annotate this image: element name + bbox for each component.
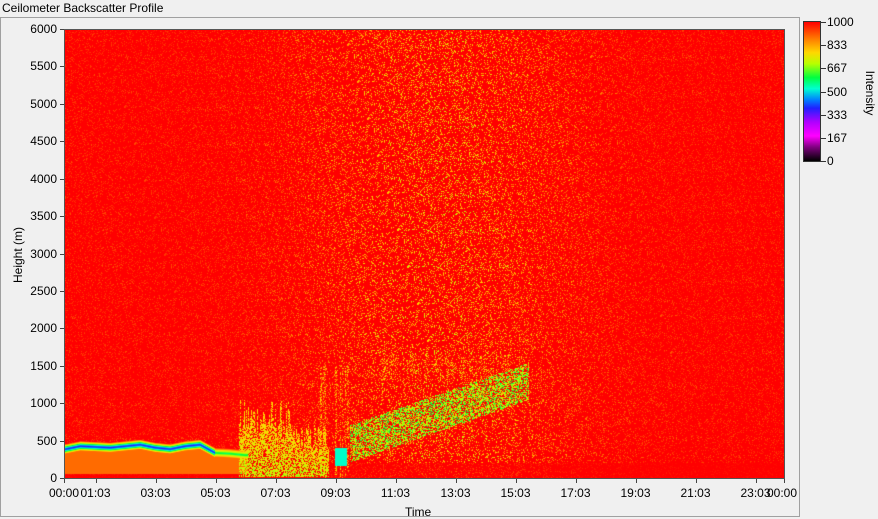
x-tick-mark <box>275 479 277 483</box>
colorbar-tick-label: 0 <box>827 154 834 168</box>
y-tick-mark <box>60 103 64 105</box>
colorbar-tick-mark <box>821 114 826 116</box>
y-tick-mark <box>60 141 64 143</box>
y-tick-label: 2000 <box>30 321 57 336</box>
window-title: Ceilometer Backscatter Profile <box>2 1 164 15</box>
x-tick-label: 01:03 <box>80 486 111 500</box>
y-axis-label: Height (m) <box>11 227 25 284</box>
colorbar-tick-label: 833 <box>827 38 848 53</box>
y-tick-label: 0 <box>50 471 57 485</box>
x-tick-label: 17:03 <box>560 486 591 500</box>
colorbar-tick-mark <box>821 91 826 93</box>
colorbar-tick-mark <box>821 68 826 70</box>
x-tick-label: 00:00 <box>766 486 798 500</box>
x-tick-label: 11:03 <box>380 486 411 500</box>
colorbar-tick-label: 500 <box>827 84 848 99</box>
x-tick-mark <box>215 479 217 483</box>
x-tick-label: 09:03 <box>320 486 351 500</box>
colorbar-tick-mark <box>821 137 826 139</box>
x-tick-label: 13:03 <box>440 486 471 500</box>
y-tick-mark <box>60 365 64 367</box>
x-tick-mark <box>515 479 517 483</box>
y-tick-mark <box>60 29 64 30</box>
x-axis-label: Time <box>405 505 432 519</box>
y-tick-mark <box>60 290 64 292</box>
x-tick-mark <box>784 479 785 483</box>
y-tick-label: 6000 <box>30 22 57 36</box>
x-tick-mark <box>755 479 757 483</box>
y-tick-mark <box>60 66 64 68</box>
x-tick-label: 07:03 <box>260 486 291 500</box>
x-tick-label: 03:03 <box>140 486 171 500</box>
y-tick-mark <box>60 178 64 180</box>
colorbar-tick-mark <box>821 161 826 162</box>
y-tick-label: 1500 <box>30 358 57 373</box>
colorbar-title: Intensity <box>863 70 877 116</box>
y-tick-mark <box>60 403 64 405</box>
x-tick-mark <box>635 479 637 483</box>
colorbar-tick-mark <box>821 22 826 23</box>
x-tick-mark <box>695 479 697 483</box>
y-tick-label: 4000 <box>30 171 57 186</box>
x-tick-mark <box>455 479 457 483</box>
y-tick-label: 4500 <box>30 134 57 149</box>
x-tick-label: 19:03 <box>620 486 651 500</box>
y-tick-mark <box>60 328 64 330</box>
colorbar-tick-label: 1000 <box>827 15 854 29</box>
y-tick-mark <box>60 253 64 255</box>
x-tick-mark <box>395 479 397 483</box>
x-tick-mark <box>575 479 577 483</box>
heatmap-canvas <box>65 30 784 478</box>
x-tick-mark <box>335 479 337 483</box>
colorbar <box>803 21 821 162</box>
y-tick-label: 500 <box>36 433 57 448</box>
y-tick-label: 5500 <box>30 59 57 74</box>
x-tick-label: 05:03 <box>200 486 231 500</box>
x-tick-label: 21:03 <box>680 486 711 500</box>
y-tick-mark <box>60 440 64 442</box>
x-tick-mark <box>155 479 157 483</box>
x-tick-label: 15:03 <box>500 486 531 500</box>
x-tick-mark <box>64 479 65 483</box>
y-tick-label: 1000 <box>30 396 57 411</box>
plot-area[interactable] <box>64 29 785 479</box>
x-tick-mark <box>95 479 97 483</box>
colorbar-tick-label: 167 <box>827 130 848 145</box>
colorbar-tick-label: 667 <box>827 61 848 76</box>
y-tick-mark <box>60 216 64 218</box>
colorbar-tick-label: 333 <box>827 107 848 122</box>
x-tick-label: 00:00 <box>48 486 80 500</box>
y-tick-label: 5000 <box>30 96 57 111</box>
colorbar-tick-mark <box>821 45 826 47</box>
